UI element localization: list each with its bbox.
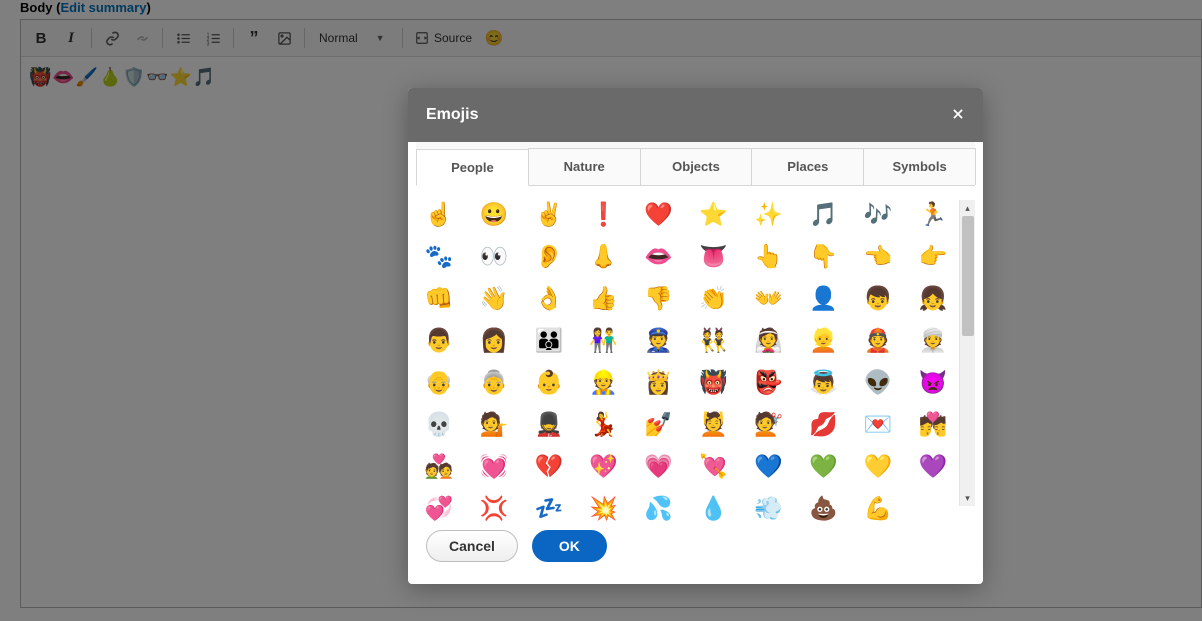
emoji-item[interactable]: 👈 — [861, 242, 895, 270]
emoji-item[interactable]: 👃 — [587, 242, 621, 270]
emoji-item[interactable]: 👱 — [806, 326, 840, 354]
emoji-item[interactable]: 👋 — [477, 284, 511, 312]
emoji-item[interactable]: 👂 — [532, 242, 566, 270]
emoji-item[interactable]: 💋 — [806, 410, 840, 438]
emoji-item[interactable]: 👪 — [532, 326, 566, 354]
emoji-item[interactable]: 💁 — [477, 410, 511, 438]
emoji-item[interactable]: 💅 — [642, 410, 676, 438]
emoji-item[interactable]: 💆 — [697, 410, 731, 438]
emoji-item[interactable]: 👰 — [751, 326, 785, 354]
emoji-item[interactable]: 👊 — [422, 284, 456, 312]
emoji-dialog: Emojis People Nature Objects Places Symb… — [408, 88, 983, 584]
emoji-item[interactable]: ⭐ — [697, 200, 731, 228]
emoji-item[interactable]: 💔 — [532, 452, 566, 480]
emoji-item[interactable]: 🎵 — [806, 200, 840, 228]
emoji-item[interactable]: 💤 — [532, 494, 566, 522]
emoji-item[interactable]: ☝️ — [422, 200, 456, 228]
emoji-item[interactable]: 👌 — [532, 284, 566, 312]
ok-button[interactable]: OK — [532, 530, 607, 562]
tab-objects[interactable]: Objects — [640, 148, 753, 185]
emoji-item[interactable]: 🎶 — [861, 200, 895, 228]
emoji-item[interactable]: 💀 — [422, 410, 456, 438]
emoji-item[interactable]: 👐 — [751, 284, 785, 312]
emoji-item[interactable]: 💓 — [477, 452, 511, 480]
close-button[interactable] — [951, 106, 965, 124]
emoji-item[interactable]: 💞 — [422, 494, 456, 522]
scroll-up-arrow[interactable]: ▴ — [960, 200, 975, 216]
emoji-item[interactable]: 💛 — [861, 452, 895, 480]
emoji-item[interactable]: 💥 — [587, 494, 621, 522]
emoji-item[interactable]: 👄 — [642, 242, 676, 270]
emoji-item[interactable]: 💢 — [477, 494, 511, 522]
emoji-item[interactable]: 👆 — [751, 242, 785, 270]
emoji-item[interactable]: 👴 — [422, 368, 456, 396]
emoji-item[interactable]: ❗ — [587, 200, 621, 228]
emoji-item[interactable]: ❤️ — [642, 200, 676, 228]
emoji-scrollbar[interactable]: ▴ ▾ — [959, 200, 975, 506]
scroll-down-arrow[interactable]: ▾ — [960, 490, 975, 506]
emoji-item[interactable]: 👳 — [916, 326, 950, 354]
emoji-item[interactable]: 👧 — [916, 284, 950, 312]
tab-people[interactable]: People — [416, 149, 529, 186]
emoji-item[interactable]: ✌️ — [532, 200, 566, 228]
tab-symbols[interactable]: Symbols — [863, 148, 976, 185]
emoji-item[interactable]: 💚 — [806, 452, 840, 480]
dialog-header: Emojis — [408, 88, 983, 142]
emoji-item[interactable]: 👽 — [861, 368, 895, 396]
emoji-item[interactable]: 👦 — [861, 284, 895, 312]
emoji-item[interactable]: 👉 — [916, 242, 950, 270]
emoji-panel: ☝️ 😀 ✌️ ❗ ❤️ ⭐ ✨ 🎵 🎶 🏃 🐾 👀 👂 👃 👄 👅 👆 👇 👈 👉 👊 👋 👌 👍 👎 👏 👐 👤 👦 👧 👨 👩 👪 👫 👮 👯 👰… — [408, 186, 983, 514]
tab-nature[interactable]: Nature — [528, 148, 641, 185]
emoji-item[interactable]: 👿 — [916, 368, 950, 396]
tab-places[interactable]: Places — [751, 148, 864, 185]
emoji-item[interactable]: 💧 — [697, 494, 731, 522]
emoji-item[interactable]: 👯 — [697, 326, 731, 354]
emoji-item[interactable]: 💙 — [751, 452, 785, 480]
emoji-item[interactable]: 🐾 — [422, 242, 456, 270]
emoji-item[interactable]: 💨 — [751, 494, 785, 522]
emoji-item[interactable]: ✨ — [751, 200, 785, 228]
emoji-item[interactable]: 🏃 — [916, 200, 950, 228]
dialog-title: Emojis — [426, 106, 478, 124]
dialog-footer: Cancel OK — [408, 514, 983, 584]
emoji-item[interactable]: 💖 — [587, 452, 621, 480]
emoji-item[interactable]: 👵 — [477, 368, 511, 396]
emoji-item[interactable]: 👶 — [532, 368, 566, 396]
emoji-item[interactable]: 💃 — [587, 410, 621, 438]
cancel-button[interactable]: Cancel — [426, 530, 518, 562]
emoji-item[interactable]: 👹 — [697, 368, 731, 396]
scroll-thumb[interactable] — [962, 216, 974, 336]
emoji-item[interactable]: 💏 — [916, 410, 950, 438]
emoji-item[interactable]: 💇 — [751, 410, 785, 438]
emoji-item[interactable]: 👷 — [587, 368, 621, 396]
emoji-item[interactable]: 👏 — [697, 284, 731, 312]
emoji-tabs: People Nature Objects Places Symbols — [416, 142, 975, 186]
emoji-item[interactable]: 💜 — [916, 452, 950, 480]
emoji-item[interactable]: 😀 — [477, 200, 511, 228]
emoji-item[interactable]: 👮 — [642, 326, 676, 354]
emoji-item[interactable]: 💪 — [861, 494, 895, 522]
emoji-item[interactable]: 👅 — [697, 242, 731, 270]
emoji-item[interactable]: 👀 — [477, 242, 511, 270]
emoji-item[interactable]: 👎 — [642, 284, 676, 312]
emoji-item[interactable]: 💂 — [532, 410, 566, 438]
emoji-grid: ☝️ 😀 ✌️ ❗ ❤️ ⭐ ✨ 🎵 🎶 🏃 🐾 👀 👂 👃 👄 👅 👆 👇 👈 👉 👊 👋 👌 👍 👎 👏 👐 👤 👦 👧 👨 👩 👪 👫 👮 👯 👰… — [422, 200, 959, 506]
emoji-item[interactable]: 👇 — [806, 242, 840, 270]
emoji-item[interactable]: 💩 — [806, 494, 840, 522]
emoji-item[interactable]: 👸 — [642, 368, 676, 396]
emoji-item[interactable]: 👼 — [806, 368, 840, 396]
emoji-item[interactable]: 👤 — [806, 284, 840, 312]
emoji-item[interactable]: 💑 — [422, 452, 456, 480]
emoji-item[interactable]: 💘 — [697, 452, 731, 480]
emoji-item[interactable]: 👺 — [751, 368, 785, 396]
emoji-item[interactable]: 👲 — [861, 326, 895, 354]
emoji-item[interactable]: 💗 — [642, 452, 676, 480]
emoji-item[interactable]: 💦 — [642, 494, 676, 522]
emoji-item[interactable]: 💌 — [861, 410, 895, 438]
emoji-item[interactable]: 👨 — [422, 326, 456, 354]
emoji-item[interactable]: 👫 — [587, 326, 621, 354]
emoji-item[interactable]: 👩 — [477, 326, 511, 354]
close-icon — [951, 107, 965, 121]
emoji-item[interactable]: 👍 — [587, 284, 621, 312]
